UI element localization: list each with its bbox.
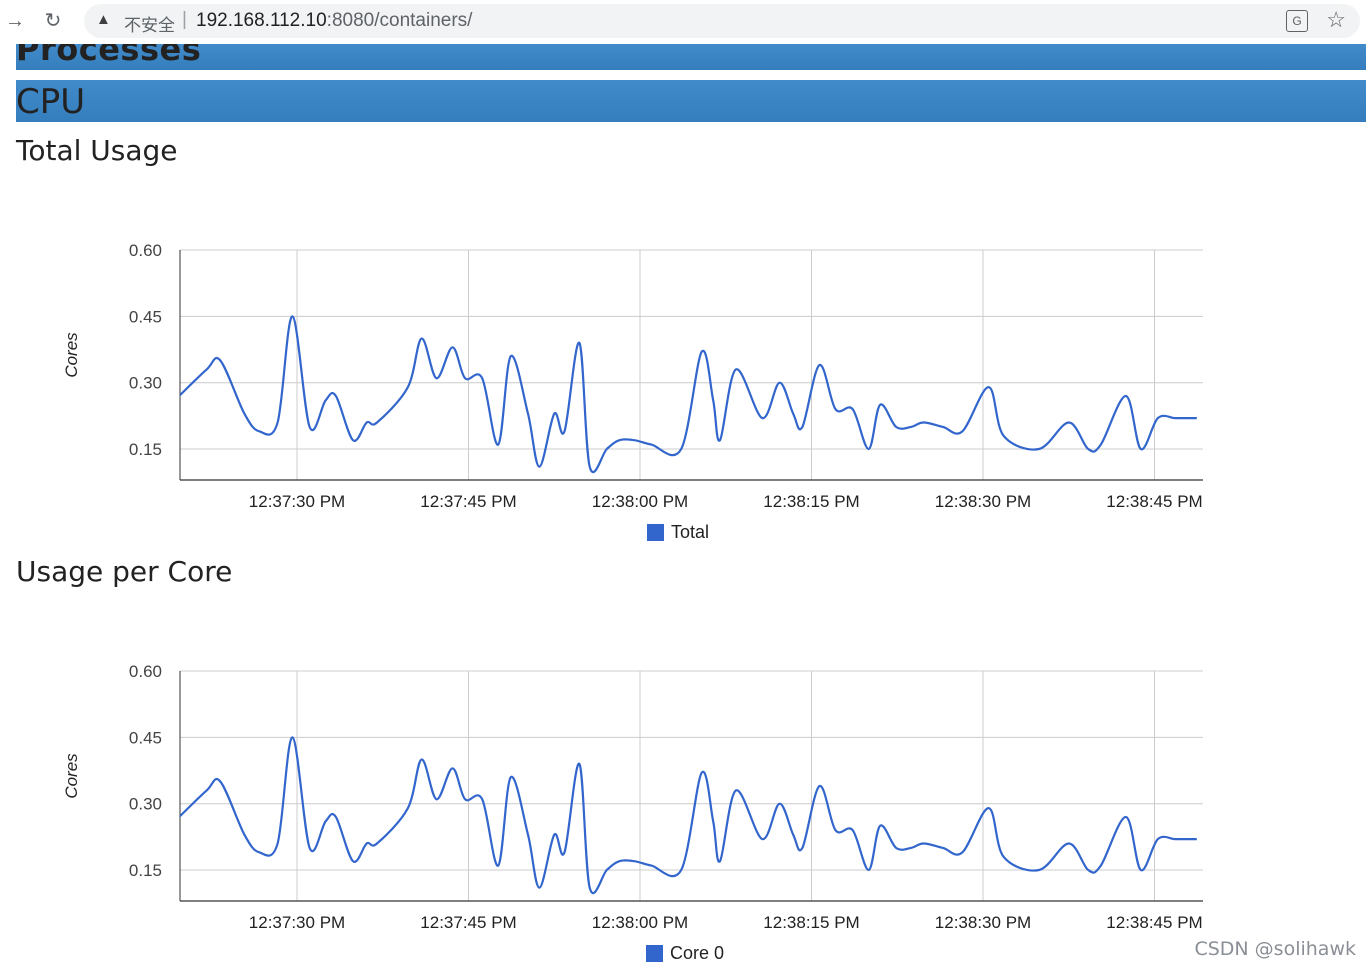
- y-tick-label: 0.30: [129, 374, 162, 393]
- url-text[interactable]: 192.168.112.10:8080/containers/: [196, 10, 472, 32]
- line-chart: 0.15 0.30 0.45 0.60 12:37:30 PM 12:37:45 PM 12…: [62, 662, 1203, 963]
- x-tick-label: 12:38:45 PM: [1106, 913, 1202, 932]
- x-tick-label: 12:37:45 PM: [420, 913, 516, 932]
- line-chart: 0.15 0.30 0.45 0.60 12:37:30 PM 12:37:45 PM 12…: [62, 241, 1203, 542]
- url-path: :8080/containers/: [326, 10, 473, 31]
- x-tick-label: 12:38:30 PM: [935, 913, 1031, 932]
- legend-swatch[interactable]: [647, 524, 664, 541]
- usage-per-core-heading: Usage per Core: [16, 555, 233, 588]
- y-tick-label: 0.45: [129, 307, 162, 326]
- y-tick-label: 0.45: [129, 728, 162, 747]
- watermark: CSDN @solihawk: [1194, 938, 1356, 960]
- y-tick-label: 0.15: [129, 440, 162, 459]
- legend-label[interactable]: Total: [671, 522, 709, 542]
- x-tick-label: 12:37:30 PM: [249, 492, 345, 511]
- processes-title: Processes: [16, 44, 202, 68]
- security-label[interactable]: 不安全: [124, 11, 175, 36]
- url-host: 192.168.112.10: [196, 10, 327, 31]
- legend-swatch[interactable]: [646, 945, 663, 962]
- cpu-title: CPU: [16, 82, 86, 122]
- x-tick-label: 12:38:00 PM: [592, 913, 688, 932]
- y-tick-label: 0.60: [129, 241, 162, 260]
- x-tick-label: 12:38:45 PM: [1106, 492, 1202, 511]
- y-tick-label: 0.60: [129, 662, 162, 681]
- bookmark-star-icon[interactable]: ☆: [1326, 7, 1346, 33]
- y-axis-title: Cores: [62, 753, 81, 799]
- x-tick-label: 12:38:30 PM: [935, 492, 1031, 511]
- x-tick-label: 12:37:45 PM: [420, 492, 516, 511]
- x-tick-label: 12:37:30 PM: [249, 913, 345, 932]
- x-tick-label: 12:38:00 PM: [592, 492, 688, 511]
- address-bar[interactable]: ▲ 不安全 | 192.168.112.10:8080/containers/ …: [84, 4, 1360, 38]
- y-tick-label: 0.30: [129, 795, 162, 814]
- translate-icon[interactable]: G: [1286, 10, 1308, 32]
- url-separator: |: [182, 9, 187, 30]
- reload-icon[interactable]: ↻: [40, 8, 66, 34]
- warning-icon[interactable]: ▲: [96, 11, 111, 28]
- cpu-section-header[interactable]: CPU: [16, 80, 1366, 122]
- y-axis-title: Cores: [62, 332, 81, 378]
- total-usage-heading: Total Usage: [16, 134, 178, 167]
- legend-label[interactable]: Core 0: [670, 943, 724, 963]
- x-tick-label: 12:38:15 PM: [763, 913, 859, 932]
- forward-arrow-icon[interactable]: →: [2, 8, 28, 34]
- usage-per-core-chart: 0.15 0.30 0.45 0.60 12:37:30 PM 12:37:45 PM 12…: [0, 647, 1370, 972]
- y-tick-label: 0.15: [129, 861, 162, 880]
- x-tick-label: 12:38:15 PM: [763, 492, 859, 511]
- total-usage-chart: 0.15 0.30 0.45 0.60 12:37:30 PM 12:37:45 PM 12…: [0, 226, 1370, 551]
- browser-toolbar: → ↻ ▲ 不安全 | 192.168.112.10:8080/containe…: [0, 0, 1370, 44]
- processes-section-header[interactable]: Processes: [16, 44, 1366, 70]
